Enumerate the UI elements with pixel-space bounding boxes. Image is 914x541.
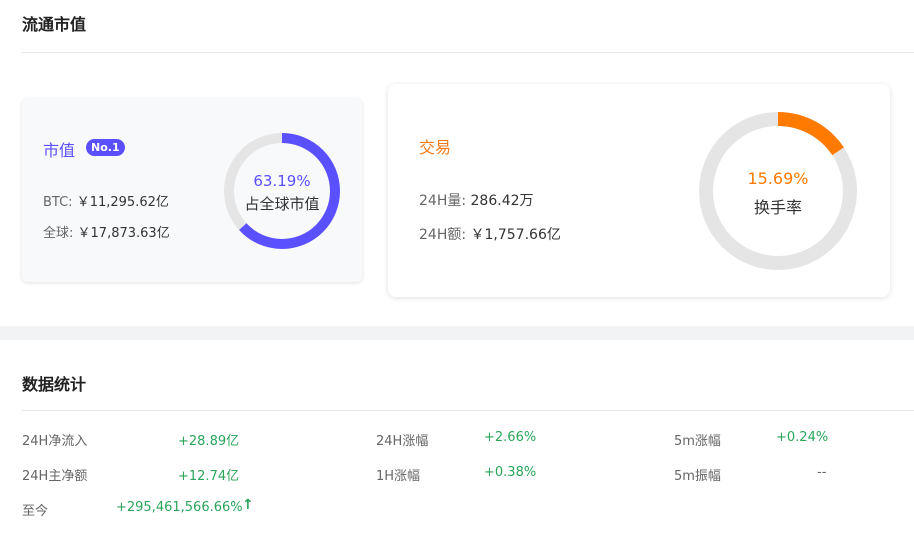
volume-label: 24H量: xyxy=(419,193,467,209)
trade-title: 交易 xyxy=(419,138,452,157)
divider-stats xyxy=(22,410,914,411)
stat-label-5m-amplitude: 5m振幅 xyxy=(674,469,721,484)
amount-label: 24H额: xyxy=(419,227,467,243)
rank-badge: No.1 xyxy=(86,139,125,156)
section-title-stats: 数据统计 xyxy=(22,375,87,394)
global-cap-value: ￥17,873.63亿 xyxy=(77,226,170,241)
global-cap-label: 全球: xyxy=(43,226,74,241)
btc-cap-value: ￥11,295.62亿 xyxy=(76,195,169,210)
stat-label-1h-change: 1H涨幅 xyxy=(376,469,421,484)
market-share-ring: 63.19% 占全球市值 xyxy=(222,131,342,251)
stat-value-5m-change: +0.24% xyxy=(776,430,829,445)
stat-label-24h-main-net: 24H主净额 xyxy=(22,469,88,484)
turnover-percent: 15.69% xyxy=(747,169,809,188)
stat-value-24h-net-inflow: +28.89亿 xyxy=(178,434,240,449)
market-cap-title: 市值 xyxy=(43,141,76,160)
section-separator xyxy=(0,326,914,340)
stat-label-since-inception: 至今 xyxy=(22,504,49,519)
divider-top xyxy=(22,52,914,53)
btc-cap-label: BTC: xyxy=(43,195,73,210)
volume-value: 286.42万 xyxy=(470,193,534,209)
stat-label-5m-change: 5m涨幅 xyxy=(674,434,721,449)
stat-value-5m-amplitude: -- xyxy=(817,465,827,480)
trade-card: 交易 24H量: 286.42万 24H额: ￥1,757.66亿 15.69%… xyxy=(388,84,890,297)
arrow-up-icon: ↑ xyxy=(242,497,254,513)
turnover-label: 换手率 xyxy=(753,198,802,217)
section-title-market-cap: 流通市值 xyxy=(22,15,87,34)
global-cap-row: 全球: ￥17,873.63亿 xyxy=(43,222,170,241)
stat-value-24h-main-net: +12.74亿 xyxy=(178,469,240,484)
market-cap-card: 市值 No.1 BTC: ￥11,295.62亿 全球: ￥17,873.63亿… xyxy=(22,98,362,282)
btc-cap-row: BTC: ￥11,295.62亿 xyxy=(43,191,169,210)
stat-label-24h-net-inflow: 24H净流入 xyxy=(22,434,88,449)
market-share-percent: 63.19% xyxy=(253,172,311,190)
turnover-ring: 15.69% 换手率 xyxy=(698,111,858,271)
stat-value-1h-change: +0.38% xyxy=(484,465,537,480)
volume-row: 24H量: 286.42万 xyxy=(419,190,534,210)
amount-value: ￥1,757.66亿 xyxy=(470,227,561,243)
stat-value-24h-change: +2.66% xyxy=(484,430,537,445)
amount-row: 24H额: ￥1,757.66亿 xyxy=(419,224,561,244)
stat-label-24h-change: 24H涨幅 xyxy=(376,434,429,449)
market-share-label: 占全球市值 xyxy=(244,195,320,213)
stat-value-since-inception: +295,461,566.66% xyxy=(116,500,243,515)
